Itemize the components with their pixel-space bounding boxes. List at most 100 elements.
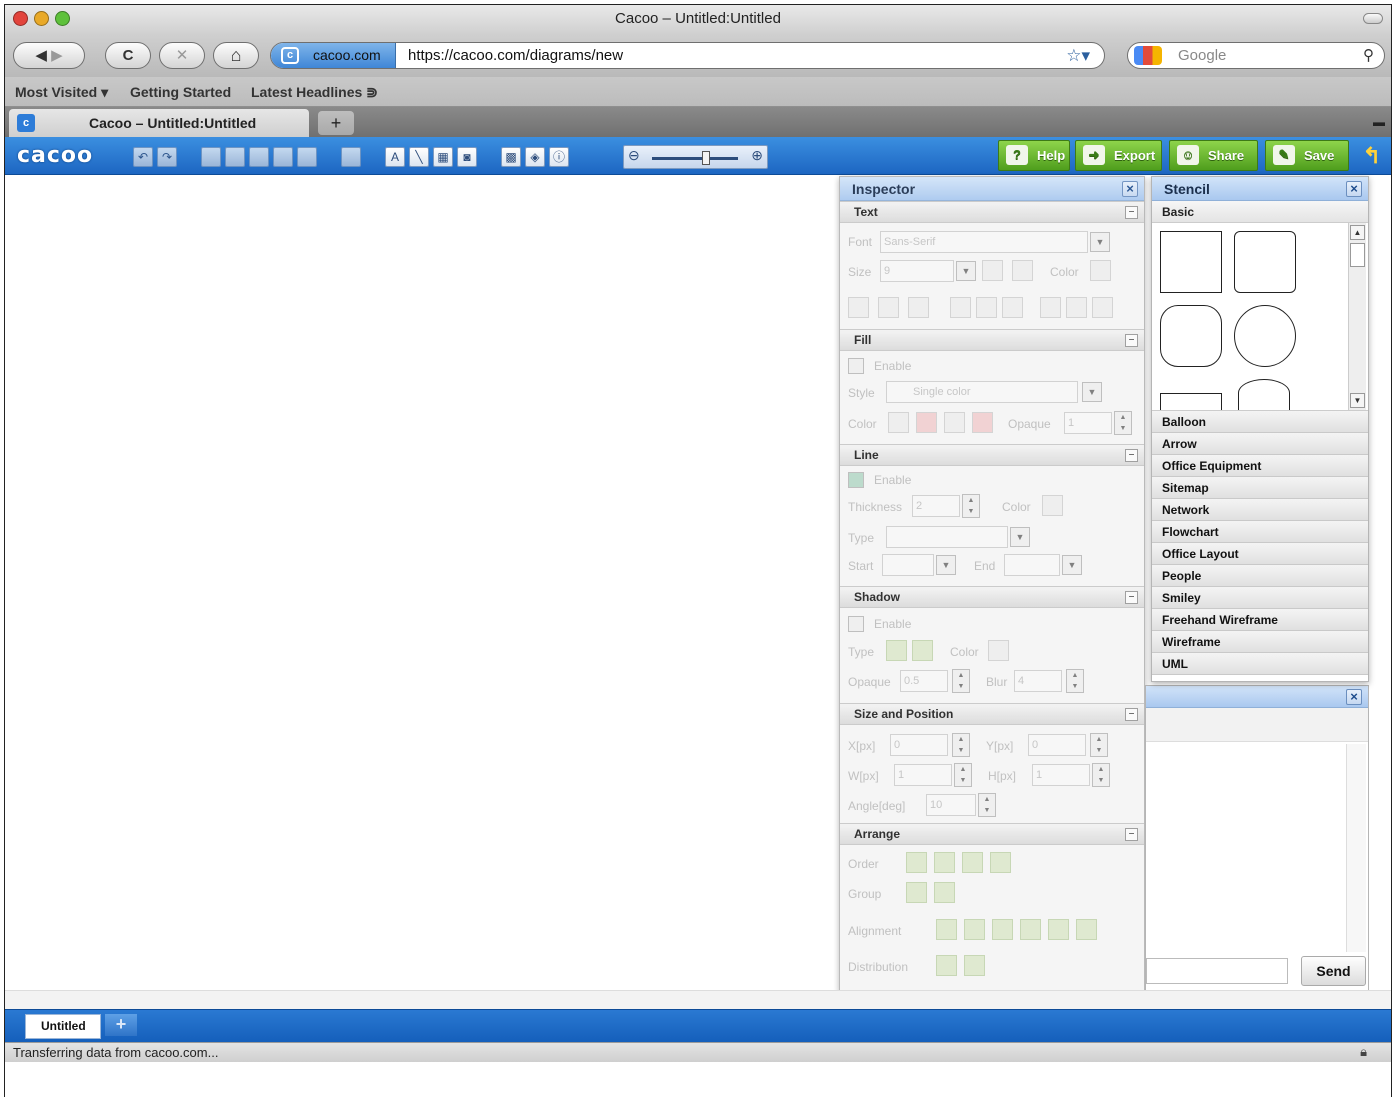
line-end-field[interactable] bbox=[1004, 554, 1060, 576]
site-identity-button[interactable]: c cacoo.com bbox=[271, 43, 396, 68]
line-type-field[interactable] bbox=[886, 526, 1008, 548]
stencil-scrollbar[interactable]: ▲ ▼ bbox=[1348, 223, 1366, 410]
align-right-icon[interactable] bbox=[1002, 297, 1023, 318]
stencil-basic-header[interactable]: Basic bbox=[1152, 201, 1368, 223]
cylinder-shape[interactable] bbox=[1238, 379, 1290, 410]
x-spinner[interactable]: ▲ ▼ bbox=[952, 733, 970, 757]
image-tool-icon[interactable]: ▦ bbox=[433, 147, 453, 167]
align-center-shape-icon[interactable] bbox=[964, 919, 985, 940]
undo-icon[interactable]: ↶ bbox=[133, 147, 153, 167]
share-button[interactable]: ☺ Share bbox=[1169, 140, 1258, 171]
bring-forward-icon[interactable] bbox=[934, 852, 955, 873]
align-right-shape-icon[interactable] bbox=[992, 919, 1013, 940]
zoom-window-button[interactable] bbox=[55, 11, 70, 26]
stencil-category-sitemap[interactable]: Sitemap bbox=[1152, 477, 1368, 499]
italic-icon[interactable] bbox=[878, 297, 899, 318]
collapse-icon[interactable]: – bbox=[1125, 206, 1138, 219]
rounded-square-shape[interactable] bbox=[1160, 305, 1222, 367]
close-stencil-button[interactable]: × bbox=[1346, 181, 1362, 197]
text-section-header[interactable]: Text – bbox=[840, 201, 1144, 223]
grid-icon[interactable]: ▩ bbox=[501, 147, 521, 167]
scroll-thumb[interactable] bbox=[1350, 243, 1365, 267]
minimize-window-button[interactable] bbox=[34, 11, 49, 26]
bookmark-most-visited[interactable]: Most Visited ▾ bbox=[15, 84, 108, 101]
camera-tool-icon[interactable]: ◙ bbox=[457, 147, 477, 167]
align-center-icon[interactable] bbox=[976, 297, 997, 318]
zoom-in-icon[interactable]: ⊕ bbox=[751, 147, 763, 164]
h-spinner[interactable]: ▲ ▼ bbox=[1092, 763, 1110, 787]
chat-scrollbar[interactable] bbox=[1346, 744, 1366, 952]
text-color-icon[interactable] bbox=[1090, 260, 1111, 281]
tab-list-icon[interactable]: ▬ bbox=[1373, 115, 1385, 129]
shadow-color-icon[interactable] bbox=[988, 640, 1009, 661]
stencil-category-balloon[interactable]: Balloon bbox=[1152, 411, 1368, 433]
rounded-rect-shape[interactable] bbox=[1234, 231, 1296, 293]
stencil-category-uml[interactable]: UML bbox=[1152, 653, 1368, 675]
bold-icon[interactable] bbox=[848, 297, 869, 318]
fill-enable-checkbox[interactable] bbox=[848, 358, 864, 374]
bookmark-latest-headlines[interactable]: Latest Headlines ⋑ bbox=[251, 84, 378, 101]
stencil-icon[interactable]: ◈ bbox=[525, 147, 545, 167]
save-button[interactable]: ✎ Save bbox=[1265, 140, 1349, 171]
fill-opaque-spinner[interactable]: ▲ ▼ bbox=[1114, 411, 1132, 435]
line-tool-icon[interactable]: ╲ bbox=[409, 147, 429, 167]
angle-field[interactable]: 10 bbox=[926, 794, 976, 816]
stop-button[interactable]: ✕ bbox=[159, 42, 205, 69]
url-text[interactable]: https://cacoo.com/diagrams/new bbox=[408, 43, 623, 68]
shadow-enable-checkbox[interactable] bbox=[848, 616, 864, 632]
reload-button[interactable]: C bbox=[105, 42, 151, 69]
stencil-category-people[interactable]: People bbox=[1152, 565, 1368, 587]
stencil-category-office-equipment[interactable]: Office Equipment bbox=[1152, 455, 1368, 477]
line-end-dropdown-icon[interactable]: ▼ bbox=[1062, 555, 1082, 575]
back-forward-buttons[interactable]: ◀ ▶ bbox=[13, 42, 85, 69]
return-arrow-icon[interactable]: ↰ bbox=[1363, 143, 1381, 169]
comment-icon[interactable] bbox=[341, 147, 361, 167]
back-icon[interactable]: ◀ bbox=[35, 47, 47, 64]
collapse-icon[interactable]: – bbox=[1125, 449, 1138, 462]
paste-icon[interactable] bbox=[249, 147, 269, 167]
align-middle-shape-icon[interactable] bbox=[1048, 919, 1069, 940]
fill-opaque-field[interactable]: 1 bbox=[1064, 412, 1112, 434]
send-backward-icon[interactable] bbox=[962, 852, 983, 873]
stencil-category-network[interactable]: Network bbox=[1152, 499, 1368, 521]
line-type-dropdown-icon[interactable]: ▼ bbox=[1010, 527, 1030, 547]
cut-icon[interactable] bbox=[201, 147, 221, 167]
zoom-slider-handle[interactable] bbox=[702, 151, 710, 165]
align-bottom-shape-icon[interactable] bbox=[1076, 919, 1097, 940]
group-icon[interactable] bbox=[906, 882, 927, 903]
font-dropdown-icon[interactable]: ▼ bbox=[1090, 232, 1110, 252]
collapse-icon[interactable]: – bbox=[1125, 334, 1138, 347]
redo-icon[interactable]: ↷ bbox=[157, 147, 177, 167]
font-field[interactable]: Sans-Serif bbox=[880, 231, 1088, 253]
line-thickness-spinner[interactable]: ▲ ▼ bbox=[962, 494, 980, 518]
align-left-shape-icon[interactable] bbox=[936, 919, 957, 940]
stencil-category-freehand-wireframe[interactable]: Freehand Wireframe bbox=[1152, 609, 1368, 631]
delete-icon[interactable] bbox=[297, 147, 317, 167]
shadow-opaque-spinner[interactable]: ▲ ▼ bbox=[952, 669, 970, 693]
size-field[interactable]: 9 bbox=[880, 260, 954, 282]
shadow-opaque-field[interactable]: 0.5 bbox=[900, 670, 948, 692]
chat-input[interactable] bbox=[1146, 958, 1288, 984]
distribute-horizontal-icon[interactable] bbox=[936, 955, 957, 976]
stencil-category-office-layout[interactable]: Office Layout bbox=[1152, 543, 1368, 565]
h-field[interactable]: 1 bbox=[1032, 764, 1090, 786]
collapse-icon[interactable]: – bbox=[1125, 591, 1138, 604]
search-icon[interactable]: ⚲ bbox=[1363, 43, 1374, 68]
collapse-icon[interactable]: – bbox=[1125, 708, 1138, 721]
size-section-header[interactable]: Size and Position – bbox=[840, 703, 1144, 725]
stencil-category-smiley[interactable]: Smiley bbox=[1152, 587, 1368, 609]
page-tab-untitled[interactable]: Untitled bbox=[25, 1014, 101, 1039]
browser-tab[interactable]: c Cacoo – Untitled:Untitled bbox=[9, 109, 309, 137]
fill-style-dropdown-icon[interactable]: ▼ bbox=[1082, 382, 1102, 402]
google-engine-icon[interactable] bbox=[1134, 46, 1162, 65]
collapse-icon[interactable]: – bbox=[1125, 828, 1138, 841]
w-field[interactable]: 1 bbox=[894, 764, 952, 786]
line-thickness-field[interactable]: 2 bbox=[912, 495, 960, 517]
y-spinner[interactable]: ▲ ▼ bbox=[1090, 733, 1108, 757]
increase-font-icon[interactable] bbox=[982, 260, 1003, 281]
toolbar-toggle-button[interactable] bbox=[1363, 13, 1383, 24]
align-left-icon[interactable] bbox=[950, 297, 971, 318]
shadow-type-alt-icon[interactable] bbox=[912, 640, 933, 661]
bookmark-getting-started[interactable]: Getting Started bbox=[130, 84, 231, 100]
scroll-up-icon[interactable]: ▲ bbox=[1350, 225, 1365, 240]
